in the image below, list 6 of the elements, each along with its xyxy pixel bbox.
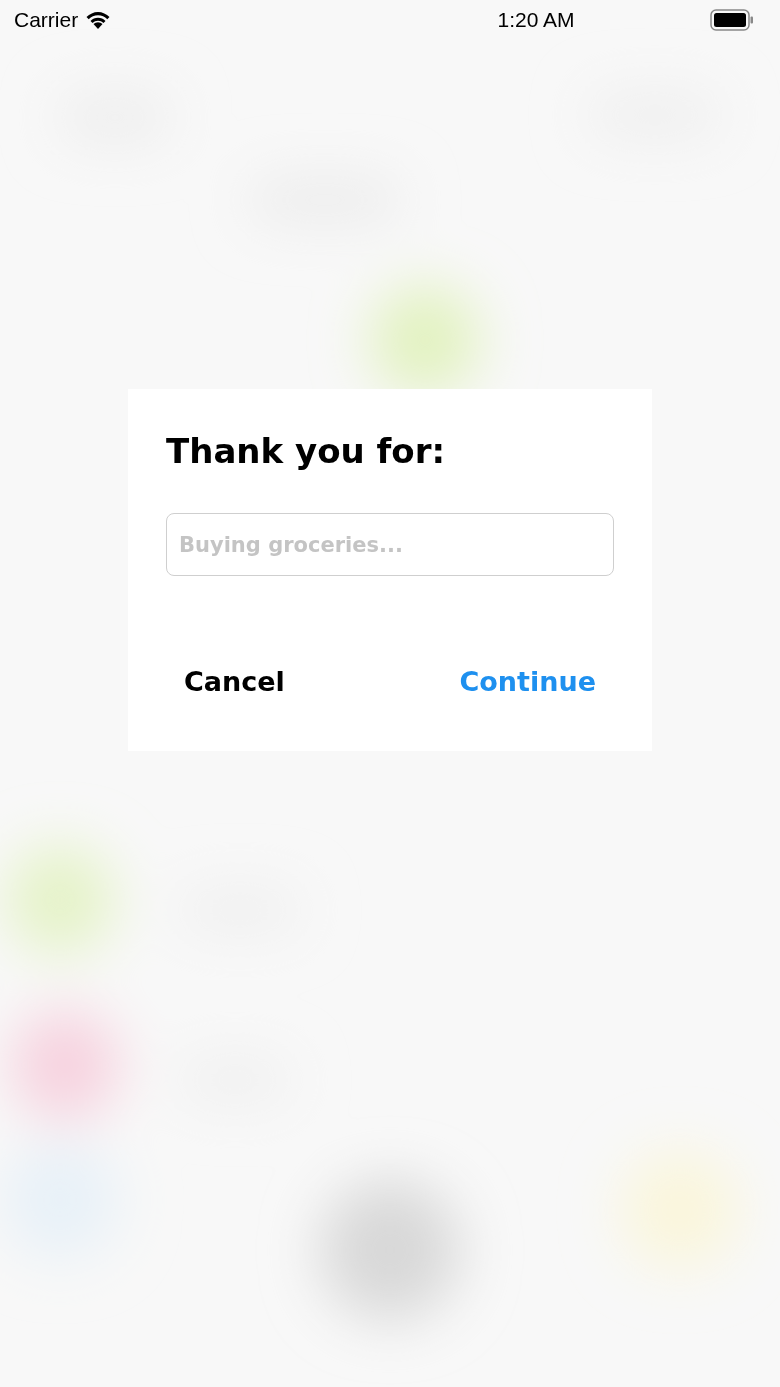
input-field[interactable]: Buying groceries... — [166, 513, 614, 576]
clock-time: 1:20 AM — [496, 8, 576, 32]
battery-icon — [710, 9, 754, 31]
dialog-title: Thank you for: — [166, 430, 447, 473]
carrier-label: Carrier — [14, 8, 79, 32]
cancel-button[interactable]: Cancel — [184, 664, 285, 699]
